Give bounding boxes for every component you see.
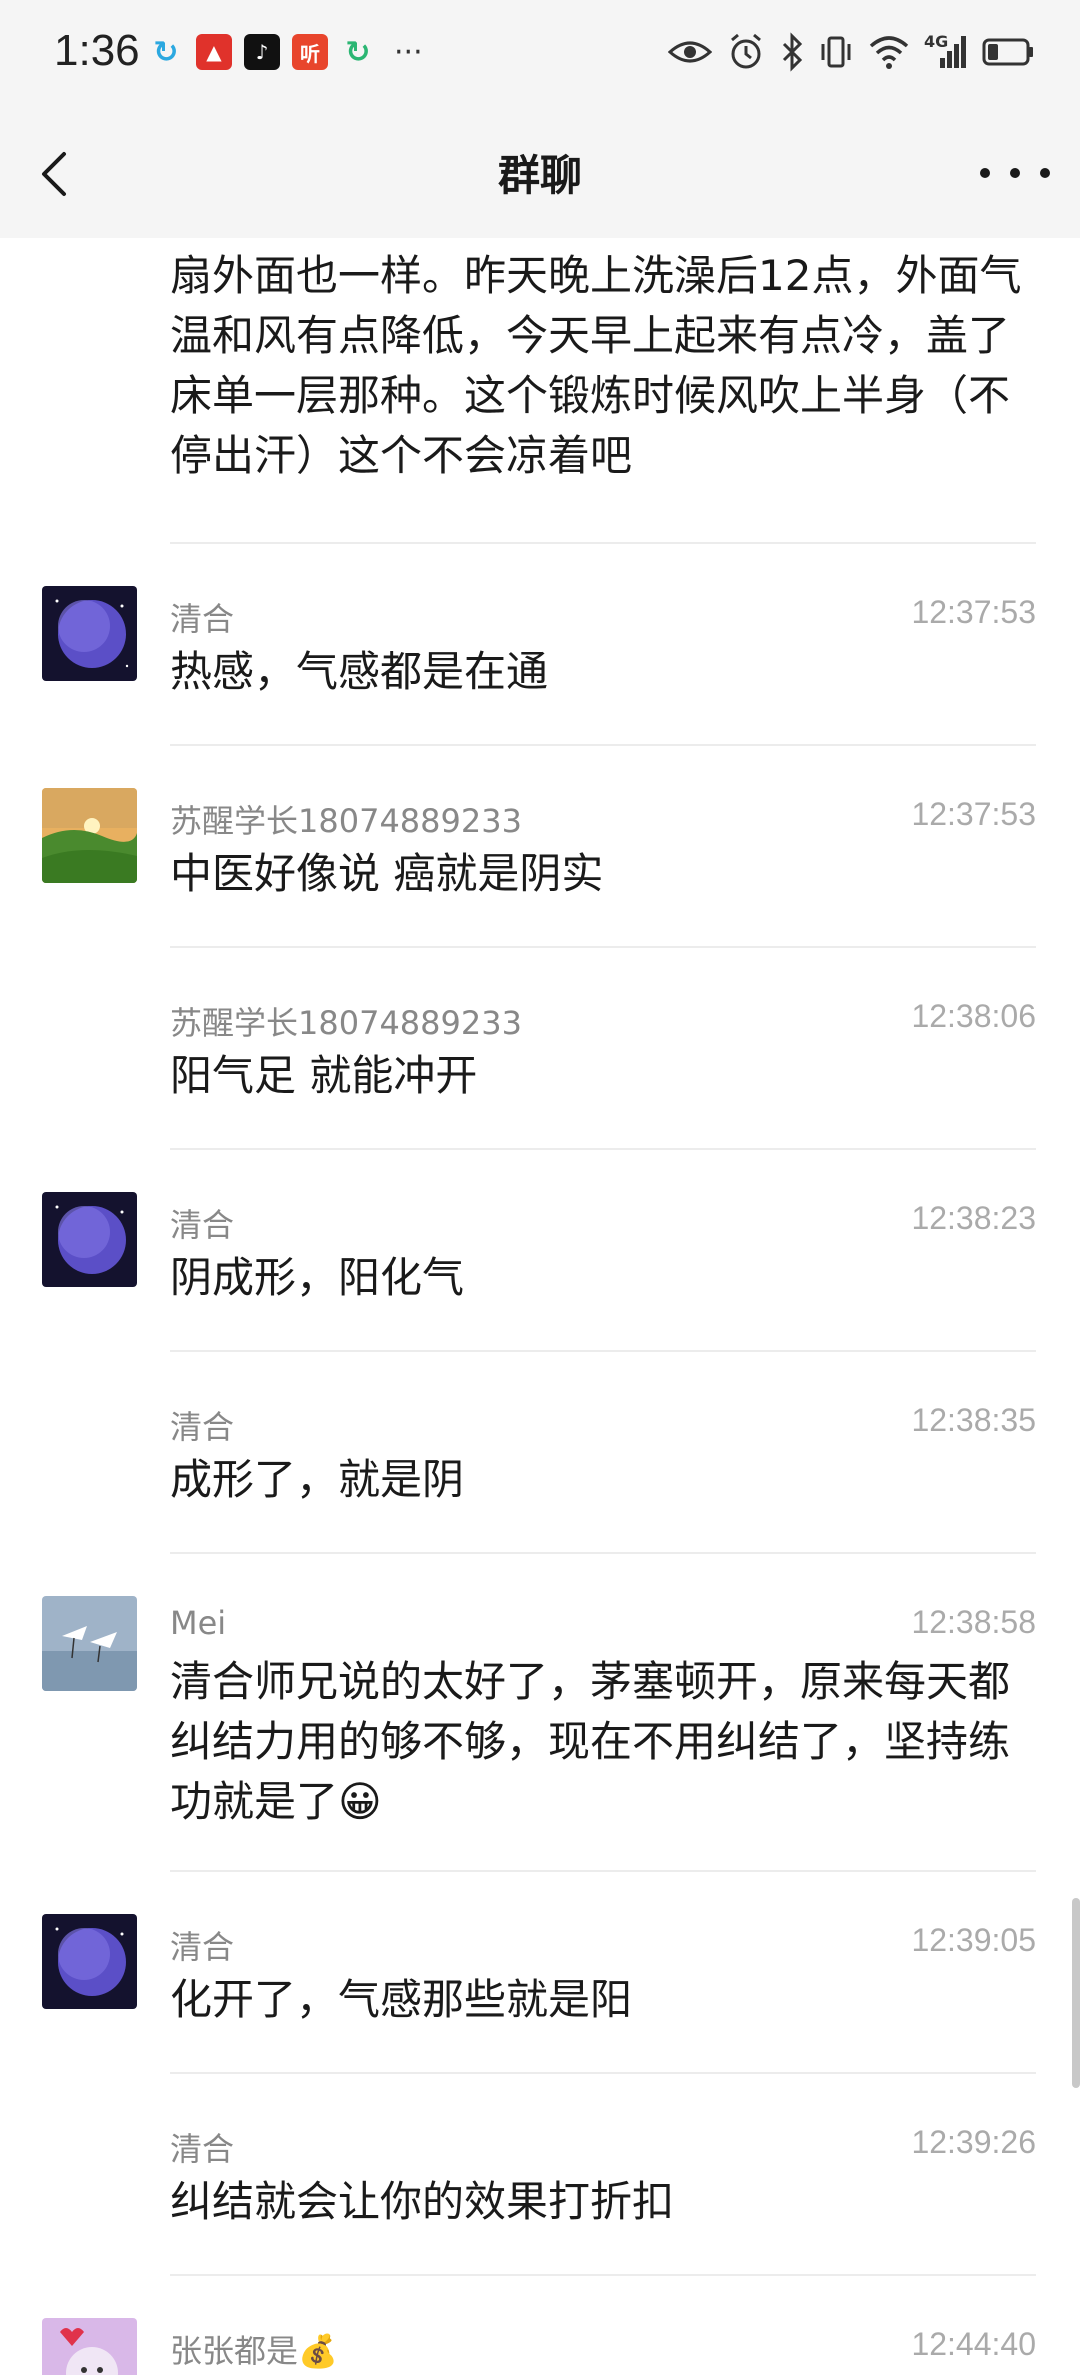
message-time: 12:37:53 <box>911 594 1036 630</box>
avatar[interactable] <box>42 1914 137 2009</box>
more-notifications-icon: ··· <box>394 34 423 70</box>
message-text: 热感，气感都是在通 <box>170 647 549 696</box>
avatar[interactable] <box>42 1192 137 1287</box>
message-text: 纠结就会让你的效果打折扣 <box>170 2177 675 2226</box>
sync-icon: ↻ <box>345 34 371 70</box>
avatar[interactable] <box>42 2318 137 2375</box>
message-text: 中医好像说 癌就是阴实 <box>170 849 604 898</box>
bluetooth-icon <box>782 32 803 72</box>
sender-name: 清合 <box>170 2130 235 2168</box>
avatar[interactable] <box>42 788 137 883</box>
message-divider <box>170 2072 1036 2074</box>
message-divider <box>170 744 1036 746</box>
chat-message-list[interactable]: 的毛相对比正常的大多点了，在家不吹空调风扇外面也一样。昨天晚上洗澡后12点，外面… <box>0 238 1080 2375</box>
battery-icon <box>982 38 1033 66</box>
status-app-icons: ↻ ▲ ♪ 听 ↻ ··· <box>148 34 423 70</box>
message-divider <box>170 946 1036 948</box>
status-bar: 1:36 ↻ ▲ ♪ 听 ↻ ··· 4G <box>0 0 1080 110</box>
message-divider <box>170 1148 1036 1150</box>
nav-bar: 群聊 <box>0 110 1080 238</box>
page-title: 群聊 <box>497 151 582 200</box>
message-time: 12:39:05 <box>911 1922 1036 1958</box>
message-time: 12:38:35 <box>911 1402 1036 1438</box>
message-text: 阴成形，阳化气 <box>170 1253 465 1302</box>
message-divider <box>170 1552 1036 1554</box>
status-time: 1:36 <box>54 26 140 75</box>
tiktok-icon: ♪ <box>244 34 280 70</box>
eye-icon <box>668 41 712 63</box>
red-app-icon: ▲ <box>196 34 232 70</box>
message-divider <box>170 1350 1036 1352</box>
message-text: 清合师兄说的太好了，茅塞顿开，原来每天都纠结力用的够不够，现在不用纠结了，坚持练… <box>170 1657 1011 1826</box>
wifi-icon <box>869 36 909 69</box>
message-text: 的毛相对比正常的大多点了，在家不吹空调风扇外面也一样。昨天晚上洗澡后12点，外面… <box>170 238 1022 480</box>
avatar[interactable] <box>42 1596 137 1691</box>
sender-name: 清合 <box>170 600 235 638</box>
sender-name: 苏醒学长18074889233 <box>170 1004 522 1042</box>
message-time: 12:44:40 <box>911 2326 1036 2362</box>
message-divider <box>170 1870 1036 1872</box>
status-indicators: 4G <box>668 32 1034 72</box>
sender-name: 张张都是💰 <box>170 2332 338 2370</box>
refresh-app-icon: ↻ <box>153 34 179 70</box>
vibrate-icon <box>821 36 851 68</box>
scrollbar[interactable] <box>1072 1898 1080 2088</box>
message-time: 12:38:23 <box>911 1200 1036 1236</box>
message-text: 化开了，气感那些就是阳 <box>170 1975 633 2024</box>
more-options-icon[interactable] <box>980 148 1050 198</box>
sender-name: 清合 <box>170 1408 235 1446</box>
message-text: 阳气足 就能冲开 <box>170 1051 478 1100</box>
signal-icon: 4G <box>924 32 968 72</box>
message-text: 成形了，就是阴 <box>170 1455 465 1504</box>
sender-name: 苏醒学长18074889233 <box>170 802 522 840</box>
message-time: 12:39:26 <box>911 2124 1036 2160</box>
alarm-icon <box>731 33 761 69</box>
message-divider <box>170 542 1036 544</box>
message-time: 12:38:06 <box>911 998 1036 1034</box>
message-time: 12:37:53 <box>911 796 1036 832</box>
avatar[interactable] <box>42 586 137 681</box>
sender-name: 清合 <box>170 1928 235 1966</box>
message-time: 12:38:58 <box>911 1604 1036 1640</box>
message-divider <box>170 2274 1036 2276</box>
sender-name: 清合 <box>170 1206 235 1244</box>
listen-app-icon: 听 <box>292 34 328 70</box>
sender-name: Mei <box>170 1604 227 1642</box>
